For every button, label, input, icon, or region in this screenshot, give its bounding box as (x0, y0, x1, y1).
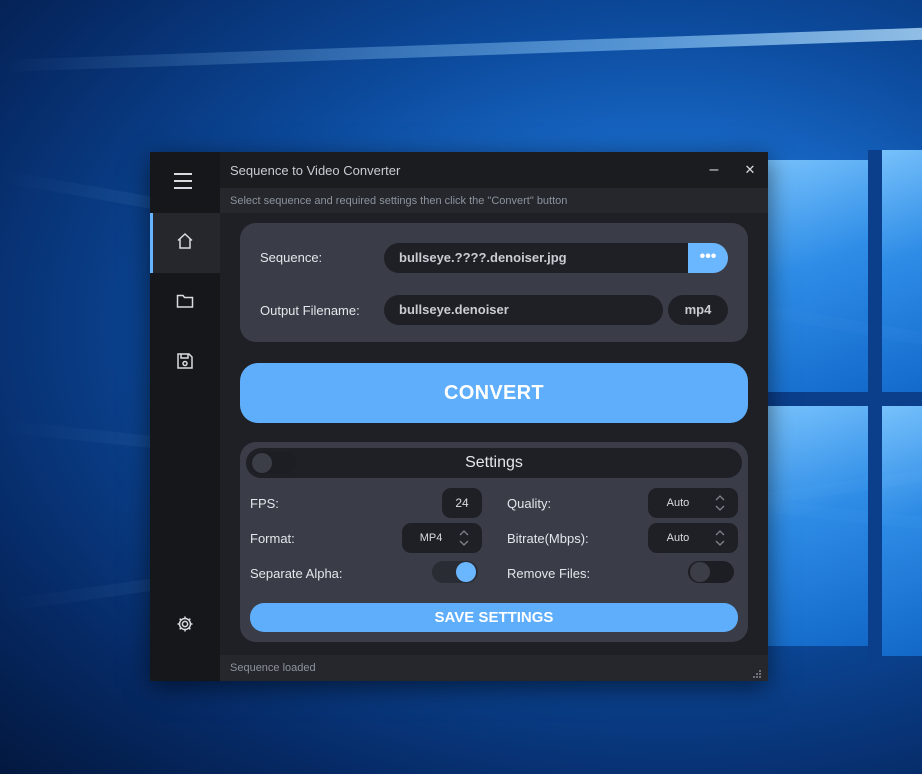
format-value: MP4 (419, 532, 443, 544)
instruction-bar: Select sequence and required settings th… (220, 188, 768, 213)
sequence-field[interactable]: bullseye.????.denoiser.jpg (384, 243, 688, 273)
format-label: Format: (250, 531, 295, 546)
separate-alpha-toggle[interactable] (432, 561, 478, 583)
remove-files-label: Remove Files: (507, 566, 591, 581)
format-spinbox[interactable]: MP4 (402, 523, 482, 553)
settings-title: Settings (465, 454, 523, 471)
bitrate-label: Bitrate(Mbps): (507, 531, 589, 546)
sidebar-item-open[interactable] (150, 273, 220, 333)
output-filename-field[interactable]: bullseye.denoiser (384, 295, 663, 325)
input-panel: Sequence: bullseye.????.denoiser.jpg •••… (240, 223, 748, 342)
title-bar[interactable]: Sequence to Video Converter – ✕ (220, 152, 768, 188)
settings-header[interactable]: Settings (246, 448, 742, 478)
quality-value: Auto (666, 497, 690, 509)
sidebar (150, 152, 220, 681)
convert-button[interactable]: CONVERT (240, 363, 748, 423)
instruction-text: Select sequence and required settings th… (230, 195, 568, 207)
sequence-label: Sequence: (260, 250, 323, 265)
sidebar-item-home[interactable] (150, 213, 220, 273)
output-filename-label: Output Filename: (260, 303, 360, 318)
extension-field[interactable]: mp4 (668, 295, 728, 325)
resize-grip-icon[interactable] (752, 666, 762, 678)
quality-label: Quality: (507, 496, 552, 511)
folder-icon (176, 293, 194, 314)
fps-label: FPS: (250, 496, 279, 511)
status-bar: Sequence loaded (220, 655, 768, 681)
bitrate-spinbox[interactable]: Auto (648, 523, 738, 553)
windows-logo-pane (768, 160, 868, 392)
up-down-arrows-icon[interactable] (458, 527, 470, 549)
save-settings-button[interactable]: SAVE SETTINGS (250, 603, 738, 632)
sidebar-item-settings[interactable] (150, 596, 220, 656)
app-window: Sequence to Video Converter – ✕ Select s… (150, 152, 768, 681)
windows-logo-pane (882, 150, 922, 392)
gear-icon (176, 615, 194, 638)
up-down-arrows-icon[interactable] (714, 492, 726, 514)
logo-divider (868, 150, 882, 670)
remove-files-toggle[interactable] (688, 561, 734, 583)
logo-divider (768, 392, 922, 406)
save-icon (176, 352, 194, 375)
window-title: Sequence to Video Converter (230, 163, 401, 178)
separate-alpha-label: Separate Alpha: (250, 566, 343, 581)
minimize-button[interactable]: – (696, 152, 732, 188)
home-icon (176, 232, 194, 255)
light-beam (0, 21, 922, 72)
bitrate-value: Auto (666, 532, 690, 544)
sidebar-item-save[interactable] (150, 333, 220, 393)
browse-button[interactable]: ••• (688, 243, 728, 273)
windows-logo-pane (768, 406, 868, 646)
fps-input[interactable]: 24 (442, 488, 482, 518)
status-text: Sequence loaded (230, 662, 316, 674)
close-button[interactable]: ✕ (732, 152, 768, 188)
menu-icon[interactable] (174, 173, 192, 189)
quality-spinbox[interactable]: Auto (648, 488, 738, 518)
windows-logo-pane (882, 406, 922, 656)
up-down-arrows-icon[interactable] (714, 527, 726, 549)
